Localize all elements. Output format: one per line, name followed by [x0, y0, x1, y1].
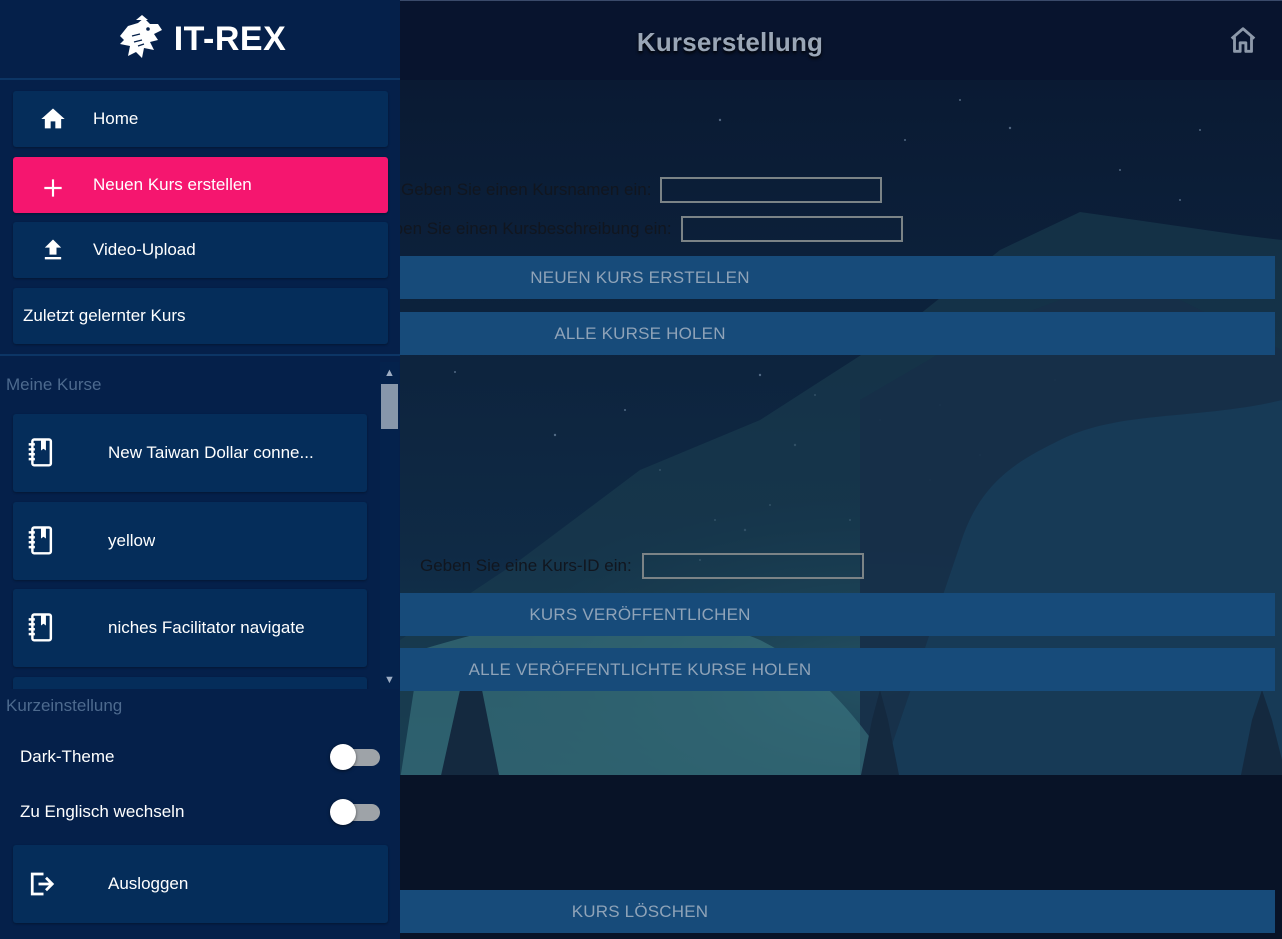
trex-logo-icon: [119, 15, 162, 58]
scroll-down-arrow-icon[interactable]: ▼: [380, 671, 399, 689]
create-course-button[interactable]: NEUEN KURS ERSTELLEN: [400, 256, 1275, 299]
logout-label: Ausloggen: [108, 874, 189, 893]
course-item[interactable]: yellow: [13, 502, 367, 580]
course-description-label: Geben Sie einen Kursbeschreibung ein:: [371, 219, 672, 238]
logout-icon: [13, 868, 69, 900]
notebook-icon: [13, 437, 69, 469]
app-name: IT-REX: [173, 19, 287, 58]
course-description-row: Geben Sie einen Kursbeschreibung ein:: [371, 216, 903, 242]
dark-theme-label: Dark-Theme: [20, 747, 115, 766]
course-list-scrollbar[interactable]: ▲ ▼: [380, 362, 399, 689]
course-item[interactable]: New Taiwan Dollar conne...: [13, 414, 367, 492]
navigation-drawer: IT-REX Home Neuen Kurs erstellen Video-U…: [0, 0, 400, 939]
my-courses-heading: Meine Kurse: [6, 375, 102, 394]
publish-course-button-label: KURS VERÖFFENTLICHEN: [529, 604, 751, 624]
brand-header: IT-REX: [0, 0, 400, 80]
nav-item-new-course-label: Neuen Kurs erstellen: [93, 175, 252, 194]
dark-theme-toggle[interactable]: [330, 744, 380, 770]
scrollbar-thumb[interactable]: [381, 384, 398, 429]
scroll-up-arrow-icon[interactable]: ▲: [380, 364, 399, 382]
home-icon: [13, 105, 93, 133]
page-title: Kurserstellung: [636, 27, 824, 57]
drawer-divider: [0, 354, 400, 356]
course-item-label: niches Facilitator navigate: [108, 618, 305, 637]
my-courses-list[interactable]: New Taiwan Dollar conne... yellow niches…: [0, 404, 380, 689]
toggle-knob: [330, 799, 356, 825]
logout-button[interactable]: Ausloggen: [13, 845, 388, 923]
course-id-row: Geben Sie eine Kurs-ID ein:: [420, 553, 864, 579]
course-name-label: Geben Sie einen Kursnamen ein:: [401, 180, 652, 199]
course-name-row: Geben Sie einen Kursnamen ein:: [401, 177, 883, 203]
course-name-input[interactable]: [660, 177, 883, 203]
get-all-courses-button[interactable]: ALLE KURSE HOLEN: [400, 312, 1275, 355]
english-label: Zu Englisch wechseln: [20, 802, 185, 821]
upload-icon: [13, 236, 93, 264]
course-id-input[interactable]: [641, 553, 864, 579]
create-course-button-label: NEUEN KURS ERSTELLEN: [530, 267, 750, 287]
nav-item-video-upload-label: Video-Upload: [93, 240, 196, 259]
nav-item-home-label: Home: [93, 109, 139, 128]
course-id-label: Geben Sie eine Kurs-ID ein:: [420, 556, 632, 575]
publish-course-button[interactable]: KURS VERÖFFENTLICHEN: [400, 593, 1275, 636]
home-icon[interactable]: [1226, 23, 1260, 57]
notebook-icon: [13, 612, 69, 644]
delete-course-button-label: KURS LÖSCHEN: [571, 901, 709, 921]
course-item-label: New Taiwan Dollar conne...: [108, 443, 314, 462]
plus-icon: [13, 169, 93, 201]
delete-course-button[interactable]: KURS LÖSCHEN: [400, 890, 1275, 933]
nav-item-last-course[interactable]: Zuletzt gelernter Kurs: [13, 288, 388, 344]
course-item[interactable]: niches Facilitator navigate: [13, 589, 367, 667]
get-published-courses-button[interactable]: ALLE VERÖFFENTLICHTE KURSE HOLEN: [400, 648, 1275, 691]
get-published-courses-button-label: ALLE VERÖFFENTLICHTE KURSE HOLEN: [468, 659, 812, 679]
course-item-partial[interactable]: [13, 677, 367, 689]
course-description-input[interactable]: [680, 216, 903, 242]
english-toggle[interactable]: [330, 799, 380, 825]
notebook-icon: [13, 525, 69, 557]
nav-item-video-upload[interactable]: Video-Upload: [13, 222, 388, 278]
toggle-knob: [330, 744, 356, 770]
nav-item-home[interactable]: Home: [13, 91, 388, 147]
nav-item-new-course[interactable]: Neuen Kurs erstellen: [13, 157, 388, 213]
settings-heading: Kurzeinstellung: [6, 696, 123, 715]
course-item-label: yellow: [108, 531, 156, 550]
nav-item-last-course-label: Zuletzt gelernter Kurs: [23, 306, 186, 325]
get-all-courses-button-label: ALLE KURSE HOLEN: [554, 323, 726, 343]
english-row: Zu Englisch wechseln: [20, 799, 380, 825]
dark-theme-row: Dark-Theme: [20, 744, 380, 770]
